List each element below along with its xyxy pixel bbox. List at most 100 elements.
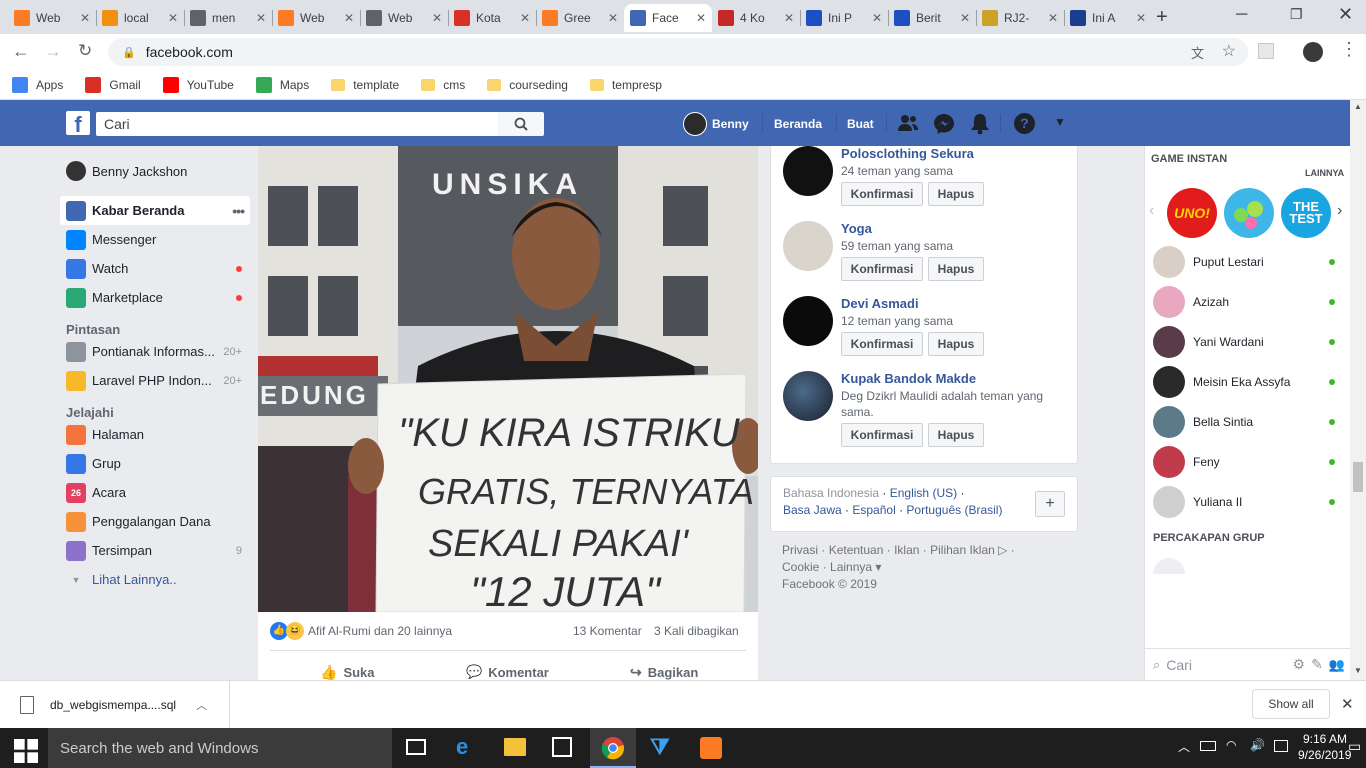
sidebar-item[interactable]: Pontianak Informas... 20+ (60, 337, 250, 366)
friend-name[interactable]: Polosclothing Sekura (841, 146, 974, 161)
friend-avatar[interactable] (783, 146, 833, 196)
help-icon[interactable]: ? (1014, 113, 1035, 134)
minimize-window-button[interactable]: ─ (1236, 6, 1247, 24)
game-the-test[interactable]: THE TEST (1281, 188, 1331, 238)
store-icon[interactable] (552, 737, 572, 757)
compose-icon[interactable]: ✎ (1311, 656, 1323, 673)
sidebar-item[interactable]: Marketplace (60, 283, 250, 312)
nav-create-link[interactable]: Buat (847, 117, 874, 131)
sidebar-item[interactable]: Messenger (60, 225, 250, 254)
close-tab-icon[interactable]: ✕ (1048, 11, 1058, 25)
friend-name[interactable]: Yoga (841, 221, 872, 236)
close-downloads-icon[interactable]: ✕ (1341, 695, 1354, 713)
close-tab-icon[interactable]: ✕ (608, 11, 618, 25)
post-photo[interactable]: UNSIKA EDUNG "KU KIRA ISTRIKU GRATIS, TE… (258, 146, 758, 612)
chat-contact[interactable]: Puput Lestari (1153, 242, 1343, 282)
chat-contact[interactable]: Feny (1153, 442, 1343, 482)
close-tab-icon[interactable]: ✕ (784, 11, 794, 25)
notifications-bell-icon[interactable] (970, 113, 990, 135)
scroll-up-icon[interactable]: ▲ (1354, 102, 1362, 111)
sidebar-item[interactable]: Kabar Beranda ••• (60, 196, 250, 225)
chat-contact[interactable]: Azizah (1153, 282, 1343, 322)
battery-icon[interactable] (1200, 741, 1216, 751)
close-tab-icon[interactable]: ✕ (168, 11, 178, 25)
translate-icon[interactable]: 文 (1191, 43, 1204, 62)
like-button[interactable]: 👍 Suka (320, 664, 375, 681)
close-tab-icon[interactable]: ✕ (432, 11, 442, 25)
windows-start-icon[interactable] (14, 739, 38, 763)
browser-tab[interactable]: Kota ✕ (448, 4, 536, 32)
close-tab-icon[interactable]: ✕ (520, 11, 530, 25)
edge-icon[interactable]: e (456, 734, 468, 760)
close-tab-icon[interactable]: ✕ (872, 11, 882, 25)
see-more-link[interactable]: ▼ Lihat Lainnya.. (60, 565, 250, 594)
browser-tab[interactable]: Web ✕ (8, 4, 96, 32)
confirm-button[interactable]: Konfirmasi (841, 423, 923, 447)
browser-tab[interactable]: Gree ✕ (536, 4, 624, 32)
search-button[interactable] (498, 112, 544, 136)
sidebar-item[interactable]: Grup (60, 449, 250, 478)
facebook-search-input[interactable]: Cari (96, 112, 498, 136)
facebook-logo-icon[interactable]: f (66, 111, 90, 137)
browser-tab[interactable]: Berit ✕ (888, 4, 976, 32)
comment-button[interactable]: 💬 Komentar (466, 664, 549, 680)
scrollbar-thumb[interactable] (1353, 462, 1363, 492)
download-item[interactable]: db_webgismempa....sql ︿ (0, 681, 230, 729)
friend-avatar[interactable] (783, 296, 833, 346)
language-option[interactable]: Português (Brasil) (906, 503, 1002, 517)
bookmark-star-icon[interactable]: ☆ (1222, 41, 1236, 61)
chat-contact[interactable]: Meisin Eka Assyfa (1153, 362, 1343, 402)
language-option[interactable]: Español (852, 503, 895, 517)
clock-time[interactable]: 9:16 AM (1303, 732, 1347, 746)
taskbar-search[interactable]: Search the web and Windows (48, 728, 392, 768)
chevron-left-icon[interactable]: ‹ (1149, 202, 1154, 220)
sidebar-item[interactable]: Tersimpan 9 (60, 536, 250, 565)
volume-icon[interactable]: 🔊 (1250, 738, 1265, 752)
language-option[interactable]: Basa Jawa (783, 503, 842, 517)
keyboard-icon[interactable] (1274, 740, 1288, 752)
chevron-right-icon[interactable]: › (1337, 202, 1342, 220)
account-menu-icon[interactable]: ▼ (1054, 115, 1066, 129)
games-more-link[interactable]: LAINNYA (1305, 168, 1344, 178)
delete-button[interactable]: Hapus (928, 423, 984, 447)
clock-date[interactable]: 9/26/2019 (1298, 748, 1351, 762)
forward-icon[interactable]: → (44, 41, 62, 62)
sidebar-item[interactable]: Watch (60, 254, 250, 283)
footer-link[interactable]: Iklan (894, 543, 919, 557)
scroll-down-icon[interactable]: ▼ (1354, 666, 1362, 675)
chrome-icon[interactable] (601, 736, 625, 760)
browser-tab[interactable]: Web ✕ (272, 4, 360, 32)
nav-profile-link[interactable]: Benny (712, 117, 749, 131)
footer-link[interactable]: Privasi (782, 543, 818, 557)
new-group-icon[interactable]: 👥 (1329, 657, 1345, 673)
chat-contact[interactable]: Bella Sintia (1153, 402, 1343, 442)
footer-link[interactable]: Ketentuan (829, 543, 884, 557)
browser-tab[interactable]: Web ✕ (360, 4, 448, 32)
xampp-icon[interactable] (700, 737, 722, 759)
sidebar-item[interactable]: Halaman (60, 420, 250, 449)
gear-icon[interactable]: ⚙ (1293, 656, 1306, 673)
browser-tab[interactable]: RJ2- ✕ (976, 4, 1064, 32)
bookmark-item[interactable]: courseding (487, 78, 568, 92)
sidebar-item[interactable]: Laravel PHP Indon... 20+ (60, 366, 250, 395)
footer-link[interactable]: Pilihan Iklan (930, 543, 995, 557)
browser-tab[interactable]: Ini P ✕ (800, 4, 888, 32)
confirm-button[interactable]: Konfirmasi (841, 332, 923, 356)
notification-center-icon[interactable]: ▭ (1348, 738, 1361, 755)
show-all-downloads-button[interactable]: Show all (1252, 689, 1330, 719)
language-option[interactable]: English (US) (890, 486, 957, 500)
friend-avatar[interactable] (783, 371, 833, 421)
file-explorer-icon[interactable] (504, 738, 526, 756)
vscode-icon[interactable]: ⧩ (650, 734, 670, 760)
sidebar-item[interactable]: Penggalangan Dana (60, 507, 250, 536)
chrome-menu-icon[interactable]: ⋮ (1340, 39, 1358, 60)
chat-contact[interactable]: Yuliana II (1153, 482, 1343, 522)
game-bubble[interactable] (1224, 188, 1274, 238)
close-tab-icon[interactable]: ✕ (256, 11, 266, 25)
confirm-button[interactable]: Konfirmasi (841, 182, 923, 206)
bookmark-item[interactable]: YouTube (162, 76, 234, 93)
nav-profile-avatar[interactable] (683, 112, 707, 136)
browser-tab[interactable]: Ini A ✕ (1064, 4, 1152, 32)
share-button[interactable]: ↪ Bagikan (630, 664, 698, 681)
close-tab-icon[interactable]: ✕ (1136, 11, 1146, 25)
